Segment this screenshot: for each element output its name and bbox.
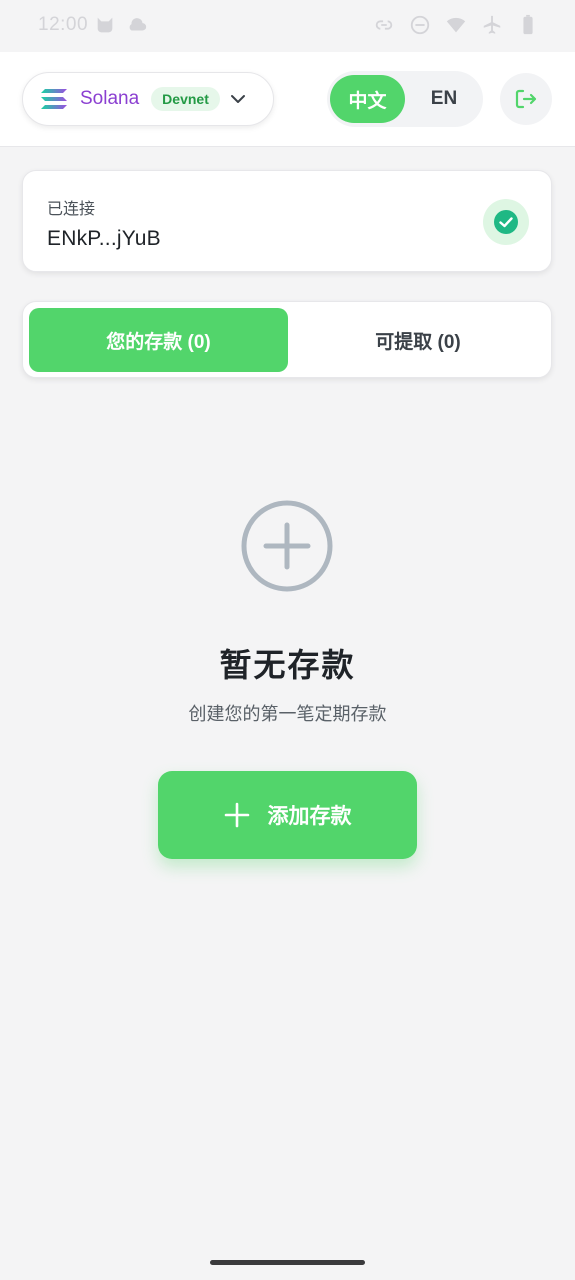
plus-circle-icon [241,500,333,592]
network-name: Solana [80,88,140,109]
network-env-badge: Devnet [151,87,220,111]
link-icon [375,20,393,30]
language-toggle: 中文 EN [327,71,483,127]
wifi-icon [446,17,466,33]
empty-state-subtitle: 创建您的第一笔定期存款 [188,704,387,724]
deposit-tabs: 您的存款 (0) 可提取 (0) [22,301,552,378]
logout-button[interactable] [500,73,552,125]
home-indicator[interactable] [210,1260,365,1265]
logout-icon [515,89,537,109]
empty-state-title: 暂无存款 [219,647,356,683]
do-not-disturb-icon [410,15,430,35]
check-circle-icon [483,199,529,245]
wallet-address: ENkP...jYuB [47,227,161,250]
status-time: 12:00 [38,14,89,35]
add-deposit-button[interactable]: 添加存款 [158,771,417,859]
status-bar: 12:00 [0,0,575,52]
connection-status-label: 已连接 [47,201,96,218]
language-option-zh[interactable]: 中文 [330,75,405,123]
add-deposit-label: 添加存款 [267,805,352,828]
network-selector[interactable]: Solana Devnet [22,72,274,126]
airplane-icon [483,15,501,34]
language-option-en[interactable]: EN [407,75,481,123]
connection-card: 已连接 ENkP...jYuB [22,170,552,272]
chevron-down-icon [230,95,245,103]
plus-icon [224,802,249,828]
cat-icon [97,17,113,33]
battery-icon [523,14,533,35]
tab-withdrawable[interactable]: 可提取 (0) [289,308,547,372]
solana-logo-icon [41,89,67,109]
app-header: Solana Devnet 中文 EN [0,52,575,147]
cloud-icon [129,18,147,31]
tab-your-deposits[interactable]: 您的存款 (0) [29,308,288,372]
